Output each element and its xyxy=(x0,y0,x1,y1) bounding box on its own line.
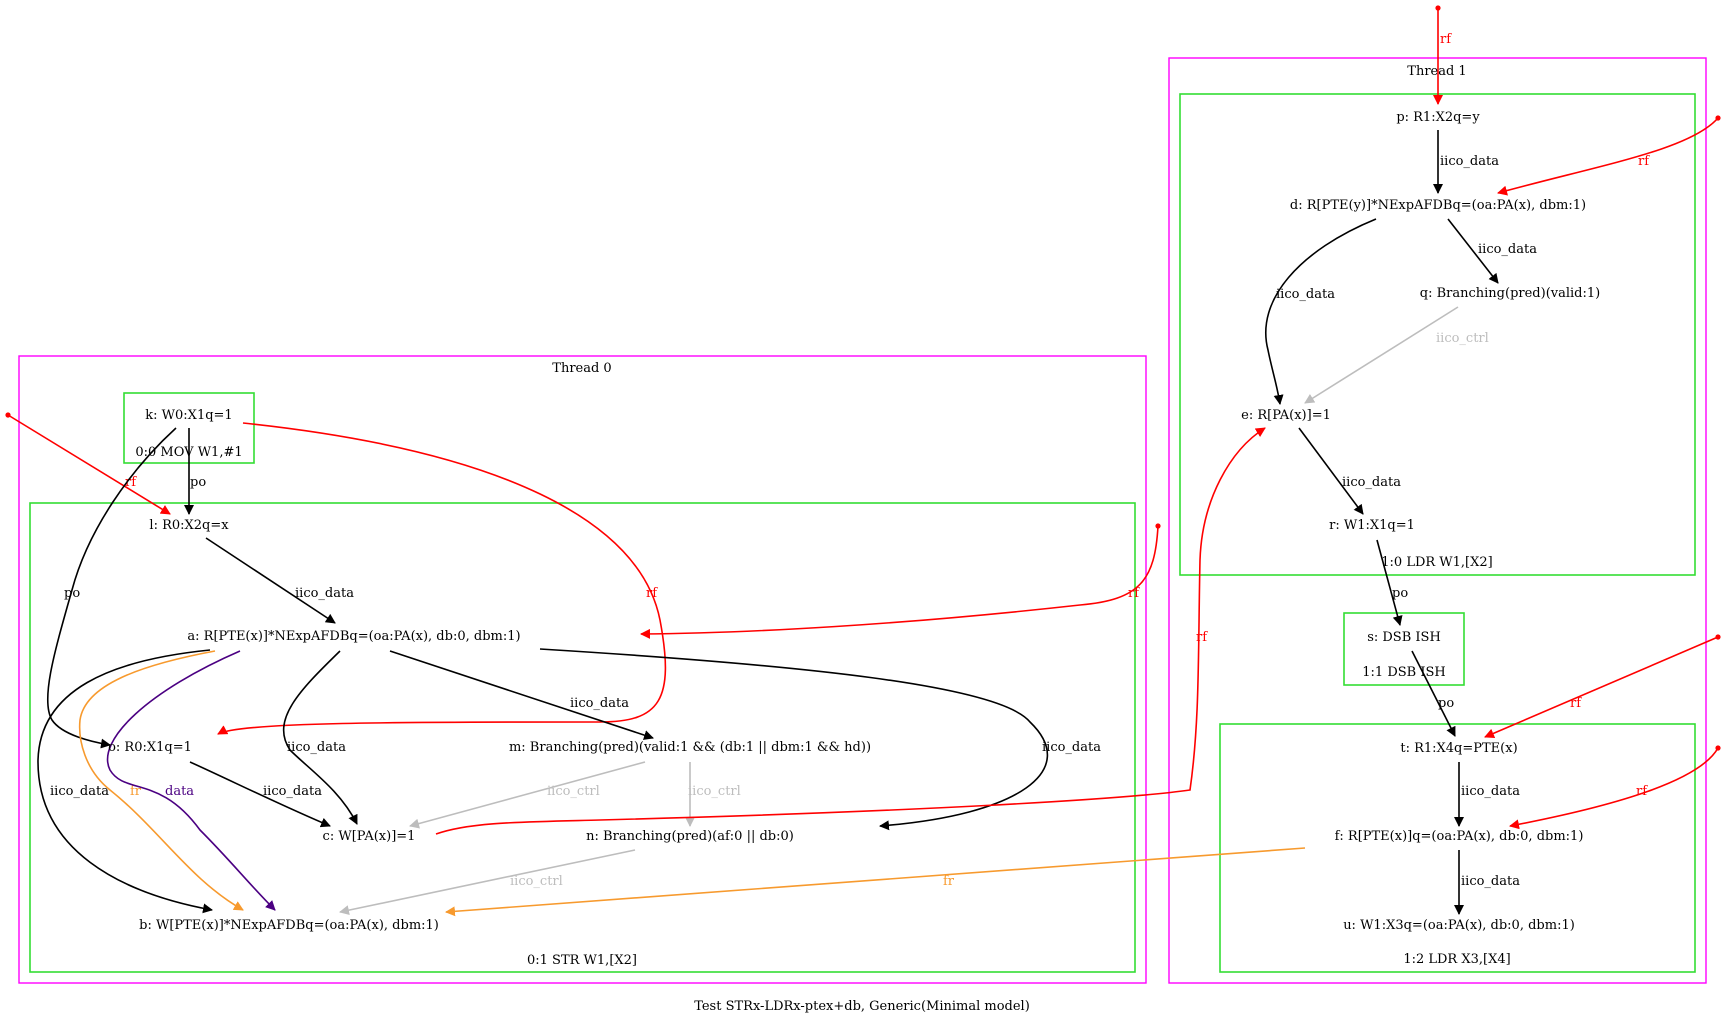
edge-label-po: po xyxy=(64,586,80,601)
edge-label-rf: rf xyxy=(1570,696,1582,711)
node-k: k: W0:X1q=1 xyxy=(145,408,232,423)
thread-0-label: Thread 0 xyxy=(552,361,611,376)
edge-label-iico-ctrl: iico_ctrl xyxy=(1436,331,1489,346)
edge-iico-a-m xyxy=(389,650,654,740)
edge-label-rf: rf xyxy=(1440,32,1452,47)
edge-label-iico-data: iico_data xyxy=(295,586,354,601)
edge-label-rf: rf xyxy=(1128,586,1140,601)
edge-rf-k-o xyxy=(217,422,667,735)
node-p: p: R1:X2q=y xyxy=(1396,110,1480,125)
edge-ctrl-q-e xyxy=(1304,306,1459,404)
node-d: d: R[PTE(y)]*NExpAFDBq=(oa:PA(x), dbm:1) xyxy=(1290,198,1586,213)
instr-1-1-label: 1:1 DSB ISH xyxy=(1362,665,1445,680)
edge-label-rf: rf xyxy=(1638,154,1650,169)
thread-1-label: Thread 1 xyxy=(1407,64,1466,79)
node-t: t: R1:X4q=PTE(x) xyxy=(1400,741,1517,756)
edge-ctrl-m-c xyxy=(409,761,646,829)
edge-ctrl-n-b xyxy=(339,849,636,916)
node-c: c: W[PA(x)]=1 xyxy=(323,829,416,844)
thread-1-box xyxy=(1168,57,1707,984)
edge-label-iico-data: iico_data xyxy=(287,740,346,755)
node-b: b: W[PTE(x)]*NExpAFDBq=(oa:PA(x), dbm:1) xyxy=(139,918,439,933)
edge-label-iico-ctrl: iico_ctrl xyxy=(547,784,600,799)
edge-label-po: po xyxy=(1438,696,1454,711)
edge-rf-c-e xyxy=(435,427,1266,835)
instr-1-0-label: 1:0 LDR W1,[X2] xyxy=(1381,555,1492,570)
node-l: l: R0:X2q=x xyxy=(149,518,229,533)
edge-rf-init-d xyxy=(1497,117,1719,196)
graph-caption: Test STRx-LDRx-ptex+db, Generic(Minimal … xyxy=(694,999,1030,1014)
edge-rf-init-l xyxy=(7,414,171,515)
instr-1-2-label: 1:2 LDR X3,[X4] xyxy=(1403,952,1510,967)
instr-1-2-box xyxy=(1219,723,1696,973)
node-u: u: W1:X3q=(oa:PA(x), db:0, dbm:1) xyxy=(1343,918,1575,933)
edge-label-iico-ctrl: iico_ctrl xyxy=(510,874,563,889)
edge-rf-init-t xyxy=(1484,636,1719,739)
node-o: o: R0:X1q=1 xyxy=(108,740,192,755)
edge-label-iico-data: iico_data xyxy=(1276,287,1335,302)
edge-label-iico-data: iico_data xyxy=(50,784,109,799)
node-a: a: R[PTE(x)]*NExpAFDBq=(oa:PA(x), db:0, … xyxy=(187,629,520,644)
node-r: r: W1:X1q=1 xyxy=(1329,518,1415,533)
edge-label-rf: rf xyxy=(1636,784,1648,799)
edge-label-po: po xyxy=(190,475,206,490)
edge-label-data: data xyxy=(165,784,194,799)
edge-iico-e-r xyxy=(1298,427,1364,515)
edge-iico-a-b xyxy=(37,649,213,914)
node-n: n: Branching(pred)(af:0 || db:0) xyxy=(586,829,794,844)
node-m: m: Branching(pred)(valid:1 && (db:1 || d… xyxy=(509,740,871,755)
edge-iico-d-e xyxy=(1265,218,1377,405)
edge-label-rf: rf xyxy=(646,586,658,601)
node-q: q: Branching(pred)(valid:1) xyxy=(1420,286,1600,301)
edge-label-iico-data: iico_data xyxy=(1478,242,1537,257)
edge-rf-init-f xyxy=(1509,747,1719,830)
edge-label-iico-data: iico_data xyxy=(263,784,322,799)
edge-label-iico-data: iico_data xyxy=(1042,740,1101,755)
edge-iico-a-n xyxy=(539,648,1049,831)
edge-label-iico-ctrl: iico_ctrl xyxy=(688,784,741,799)
edge-iico-l-a xyxy=(205,537,336,624)
edge-label-iico-data: iico_data xyxy=(1342,475,1401,490)
edge-label-fr: fr xyxy=(943,874,955,889)
edge-data-a-b xyxy=(106,650,276,911)
edge-label-iico-data: iico_data xyxy=(1461,874,1520,889)
edge-rf-init-a xyxy=(640,525,1159,639)
edge-label-iico-data: iico_data xyxy=(1440,154,1499,169)
edge-fr-f-b xyxy=(445,847,1306,917)
node-e: e: R[PA(x)]=1 xyxy=(1241,408,1331,423)
instr-0-1-label: 0:1 STR W1,[X2] xyxy=(527,953,637,968)
edge-label-rf: rf xyxy=(1196,630,1208,645)
edge-label-iico-data: iico_data xyxy=(570,696,629,711)
node-s: s: DSB ISH xyxy=(1367,630,1441,645)
node-f: f: R[PTE(x)]q=(oa:PA(x), db:0, dbm:1) xyxy=(1335,829,1584,844)
execution-graph: Thread 0 0:0 MOV W1,#1 0:1 STR W1,[X2] T… xyxy=(5,5,1721,1014)
edge-label-iico-data: iico_data xyxy=(1461,784,1520,799)
edge-label-po: po xyxy=(1392,586,1408,601)
